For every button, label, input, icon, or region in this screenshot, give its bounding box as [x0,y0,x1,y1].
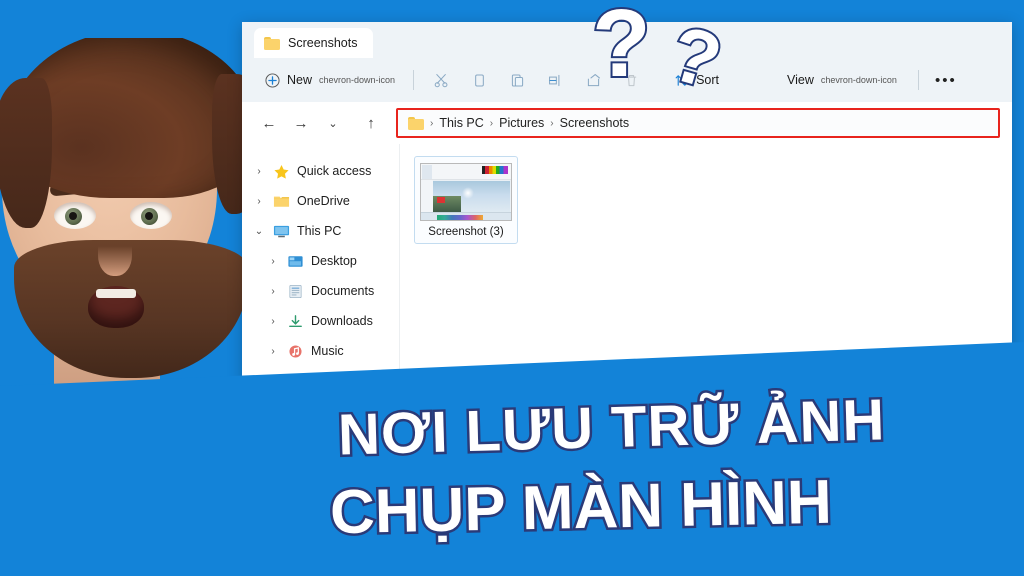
overflow-label: ••• [935,71,957,89]
trash-icon [626,74,636,86]
sidebar-item-label: Documents [311,284,375,298]
divider [413,70,415,90]
more-options-button[interactable]: ••• [928,65,964,95]
headline-line-2: CHỤP MÀN HÌNH [327,465,835,549]
sidebar-item-label: This PC [297,224,342,238]
navigation-pane: › Quick access › OneDrive ⌄ This PC › De… [242,144,400,390]
delete-button[interactable] [613,65,649,95]
breadcrumb-separator: › [489,117,494,129]
paste-icon [511,73,523,87]
chevron-right-icon[interactable]: › [266,316,280,327]
recent-locations-button[interactable]: ⌄ [318,109,348,137]
chevron-right-icon[interactable]: › [266,346,280,357]
breadcrumb-item-screenshots[interactable]: Screenshots [560,116,629,130]
breadcrumb-separator: › [430,117,434,129]
chevron-down-icon: chevron-down-icon [820,75,897,85]
star-icon [273,164,290,179]
rename-button[interactable] [537,65,573,95]
folder-icon [264,36,280,50]
command-bar: New chevron-down-icon Sort View chevron-… [242,58,1012,102]
breadcrumb-item-pictures[interactable]: Pictures [499,116,544,130]
share-icon [587,73,600,86]
sidebar-item-label: Quick access [297,164,372,178]
sidebar-item-label: Desktop [311,254,357,268]
sidebar-item-documents[interactable]: › Documents [242,276,399,306]
sidebar-item-quick-access[interactable]: › Quick access [242,156,399,186]
chevron-right-icon[interactable]: › [266,256,280,267]
divider [917,70,919,90]
cut-button[interactable] [423,65,459,95]
sidebar-item-this-pc[interactable]: ⌄ This PC [242,216,399,246]
face [0,38,266,378]
sidebar-item-downloads[interactable]: › Downloads [242,306,399,336]
rename-icon [548,74,559,86]
paste-button[interactable] [499,65,535,95]
file-thumbnail [420,163,512,221]
chevron-right-icon[interactable]: › [252,166,266,177]
view-label: View [787,73,814,87]
file-item-screenshot-3[interactable]: Screenshot (3) [414,156,518,244]
sidebar-item-music[interactable]: › Music [242,336,399,366]
sidebar-item-label: OneDrive [297,194,350,208]
scissors-icon [434,73,448,87]
breadcrumb-item-this-pc[interactable]: This PC [439,116,483,130]
copy-button[interactable] [461,65,497,95]
sort-button[interactable]: Sort [665,65,728,95]
onedrive-folder-icon [273,194,290,209]
sidebar-item-onedrive[interactable]: › OneDrive [242,186,399,216]
sidebar-item-desktop[interactable]: › Desktop [242,246,399,276]
view-button[interactable]: View chevron-down-icon [778,65,906,95]
chevron-down-icon[interactable]: ⌄ [252,226,266,237]
up-button[interactable]: ↑ [356,109,386,137]
monitor-icon [273,224,290,239]
document-icon [287,284,304,299]
chevron-right-icon[interactable]: › [252,196,266,207]
eye-right [130,202,172,229]
desktop-icon [287,254,304,269]
file-explorer-window: Screenshots New chevron-down-icon Sort V… [242,22,1012,390]
tab-screenshots[interactable]: Screenshots [254,28,374,58]
download-icon [287,314,304,329]
file-name-label: Screenshot (3) [428,226,504,238]
sidebar-item-label: Music [311,344,344,358]
breadcrumb[interactable]: › This PC › Pictures › Screenshots [396,108,1000,138]
hair [0,38,266,228]
folder-icon [408,116,424,130]
forward-button[interactable]: → [286,109,316,137]
new-button[interactable]: New chevron-down-icon [256,65,404,95]
nose [98,230,132,276]
address-bar: ← → ⌄ ↑ › This PC › Pictures › Screensho… [242,102,1012,144]
chevron-down-icon: chevron-down-icon [319,75,396,85]
mouth [88,286,144,328]
sort-label: Sort [696,73,719,87]
chevron-right-icon[interactable]: › [266,286,280,297]
music-note-icon [287,344,304,359]
tab-label: Screenshots [288,36,358,50]
eye-left [54,202,96,229]
headline-line-1: NƠI LƯU TRỮ ẢNH [335,385,889,470]
back-button[interactable]: ← [254,109,284,137]
sort-arrows-icon [675,74,688,86]
new-label: New [287,73,313,87]
sidebar-item-label: Downloads [311,314,373,328]
copy-icon [474,73,484,87]
share-button[interactable] [575,65,611,95]
plus-circle-icon [265,72,280,88]
title-bar: Screenshots [242,22,1012,58]
breadcrumb-separator: › [550,117,554,129]
